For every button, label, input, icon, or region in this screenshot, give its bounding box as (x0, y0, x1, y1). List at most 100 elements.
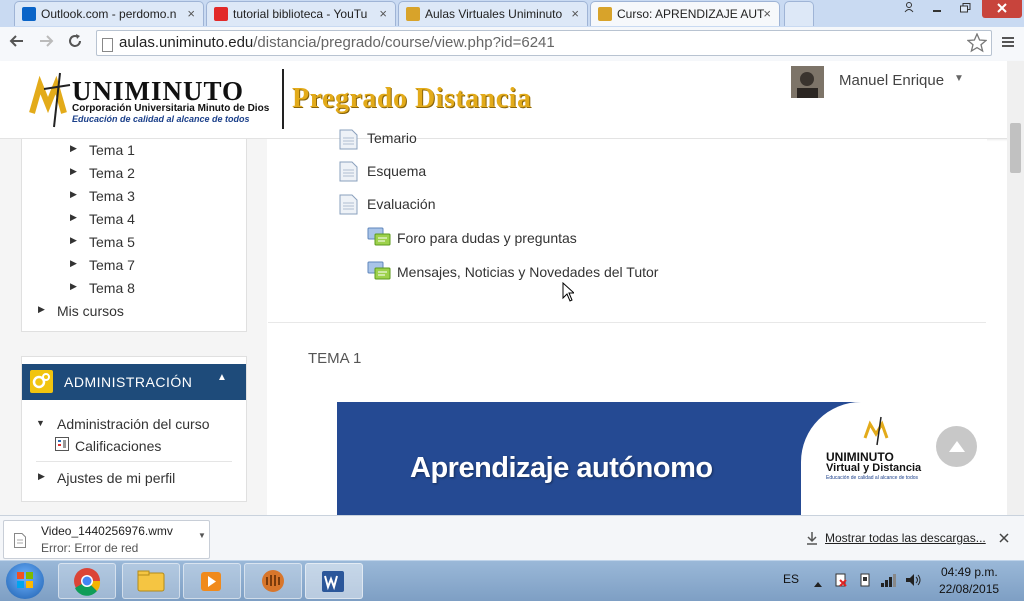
forum-icon (367, 261, 391, 282)
chevron-down-icon[interactable]: ▼ (954, 73, 964, 84)
chrome-taskbar-button[interactable] (58, 563, 116, 599)
resource-temario[interactable]: Temario (367, 130, 417, 146)
page-scrollbar[interactable] (1007, 61, 1024, 515)
user-profile-icon[interactable] (898, 0, 920, 18)
user-menu-name[interactable]: Manuel Enrique (839, 72, 944, 89)
expand-arrow-icon[interactable]: ▶ (70, 281, 77, 292)
expand-arrow-icon[interactable]: ▶ (70, 212, 77, 223)
youtube-icon (214, 7, 228, 21)
administration-block: ADMINISTRACIÓN ▲ ▼ Administración del cu… (21, 356, 247, 502)
menu-icon[interactable] (997, 32, 1019, 54)
expand-arrow-icon[interactable]: ▶ (70, 166, 77, 177)
outlook-icon (22, 7, 36, 21)
tab-youtube[interactable]: tutorial biblioteca - YouTu × (206, 1, 396, 26)
browser-toolbar: aulas.uniminuto.edu/distancia/pregrado/c… (0, 27, 1024, 62)
logo-separator (282, 69, 284, 129)
downloads-bar: Video_1440256976.wmv Error: Error de red… (0, 515, 1024, 561)
back-icon[interactable] (6, 32, 28, 54)
forum-mensajes-tutor[interactable]: Mensajes, Noticias y Novedades del Tutor (397, 264, 658, 280)
admin-item-course[interactable]: Administración del curso (57, 416, 210, 432)
nav-item-tema-8[interactable]: Tema 8 (89, 280, 135, 296)
bookmark-star-icon[interactable] (966, 32, 988, 61)
divider (36, 461, 232, 462)
tab-aulas-virtuales[interactable]: Aulas Virtuales Uniminuto × (398, 1, 588, 26)
network-icon[interactable] (880, 572, 898, 593)
new-tab-button[interactable] (784, 1, 814, 26)
chevron-down-icon[interactable]: ▼ (198, 531, 206, 540)
tab-outlook[interactable]: Outlook.com - perdomo.n × (14, 1, 204, 26)
site-title[interactable]: Pregrado Distancia (292, 83, 531, 115)
tab-title: Curso: APRENDIZAJE AUT (617, 7, 765, 21)
forward-icon[interactable] (35, 32, 57, 54)
expand-arrow-icon[interactable]: ▶ (38, 471, 45, 482)
admin-block-title: ADMINISTRACIÓN (64, 374, 193, 390)
action-center-icon[interactable] (833, 572, 849, 593)
nav-item-tema-2[interactable]: Tema 2 (89, 165, 135, 181)
language-indicator[interactable]: ES (783, 572, 799, 586)
word-taskbar-button[interactable] (305, 563, 363, 599)
expand-arrow-icon[interactable]: ▶ (70, 143, 77, 154)
windows-start-icon[interactable] (6, 563, 44, 599)
show-hidden-icons-icon[interactable] (813, 575, 823, 593)
download-file-name: Video_1440256976.wmv (41, 524, 173, 538)
nav-item-tema-5[interactable]: Tema 5 (89, 234, 135, 250)
nav-item-tema-7[interactable]: Tema 7 (89, 257, 135, 273)
nav-item-tema-4[interactable]: Tema 4 (89, 211, 135, 227)
media-player-taskbar-button[interactable] (183, 563, 241, 599)
uniminuto-logo-icon[interactable] (26, 69, 72, 129)
show-all-downloads-link[interactable]: Mostrar todas las descargas... (825, 531, 986, 545)
uniminuto-favicon-icon (598, 7, 612, 21)
document-icon (339, 194, 358, 215)
banner-logo-tagline: Educación de calidad al alcance de todos (826, 475, 919, 481)
logo-tagline-1: Corporación Universitaria Minuto de Dios (72, 103, 270, 114)
download-status: Error: Error de red (41, 541, 139, 555)
expanded-arrow-icon[interactable]: ▼ (36, 418, 45, 428)
app-taskbar-button[interactable] (244, 563, 302, 599)
close-downloads-icon[interactable] (999, 530, 1009, 548)
banner-logo-panel: UNIMINUTO Virtual y Distancia Educación … (801, 402, 937, 516)
expand-arrow-icon[interactable]: ▶ (38, 304, 45, 315)
admin-item-profile-settings[interactable]: Ajustes de mi perfil (57, 470, 175, 486)
collapse-icon[interactable]: ▲ (217, 372, 227, 383)
close-window-icon[interactable] (982, 0, 1022, 18)
file-explorer-taskbar-button[interactable] (122, 563, 180, 599)
resource-evaluacion[interactable]: Evaluación (367, 196, 436, 212)
section-divider (268, 322, 986, 323)
nav-item-tema-1[interactable]: Tema 1 (89, 142, 135, 158)
browser-tab-strip: Outlook.com - perdomo.n × tutorial bibli… (0, 0, 1024, 27)
clock-time[interactable]: 04:49 p.m. (941, 565, 998, 579)
document-icon (339, 161, 358, 182)
admin-item-grades[interactable]: Calificaciones (75, 438, 161, 454)
site-header: UNIMINUTO Corporación Universitaria Minu… (0, 61, 1024, 139)
reload-icon[interactable] (64, 32, 86, 54)
volume-icon[interactable] (904, 572, 922, 593)
forum-dudas-preguntas[interactable]: Foro para dudas y preguntas (397, 230, 577, 246)
tab-curso-active[interactable]: Curso: APRENDIZAJE AUT × (590, 1, 780, 26)
address-bar[interactable]: aulas.uniminuto.edu/distancia/pregrado/c… (96, 30, 992, 56)
expand-arrow-icon[interactable]: ▶ (70, 235, 77, 246)
file-icon (14, 533, 26, 553)
tab-title: Outlook.com - perdomo.n (41, 7, 177, 21)
resource-esquema[interactable]: Esquema (367, 163, 426, 179)
admin-block-header[interactable]: ADMINISTRACIÓN ▲ (22, 364, 246, 400)
close-tab-icon[interactable]: × (187, 6, 195, 21)
restore-icon[interactable] (952, 0, 978, 18)
close-tab-icon[interactable]: × (763, 6, 771, 21)
close-tab-icon[interactable]: × (379, 6, 387, 21)
download-item[interactable]: Video_1440256976.wmv Error: Error de red… (3, 520, 210, 559)
nav-item-tema-3[interactable]: Tema 3 (89, 188, 135, 204)
page-icon (102, 36, 114, 52)
avatar[interactable] (791, 66, 824, 98)
banner-title: Aprendizaje autónomo (410, 452, 713, 484)
banner-logo-subtitle: Virtual y Distancia (826, 462, 922, 474)
device-icon[interactable] (857, 572, 873, 593)
nav-item-mis-cursos[interactable]: Mis cursos (57, 303, 124, 319)
expand-arrow-icon[interactable]: ▶ (70, 189, 77, 200)
scrollbar-thumb[interactable] (1010, 123, 1021, 173)
expand-arrow-icon[interactable]: ▶ (70, 258, 77, 269)
navigation-block: ▶ Tema 1 ▶ Tema 2 ▶ Tema 3 ▶ Tema 4 ▶ Te… (21, 139, 247, 332)
close-tab-icon[interactable]: × (571, 6, 579, 21)
clock-date[interactable]: 22/08/2015 (939, 582, 999, 596)
back-to-top-button[interactable] (936, 426, 977, 467)
minimize-icon[interactable] (924, 0, 950, 18)
